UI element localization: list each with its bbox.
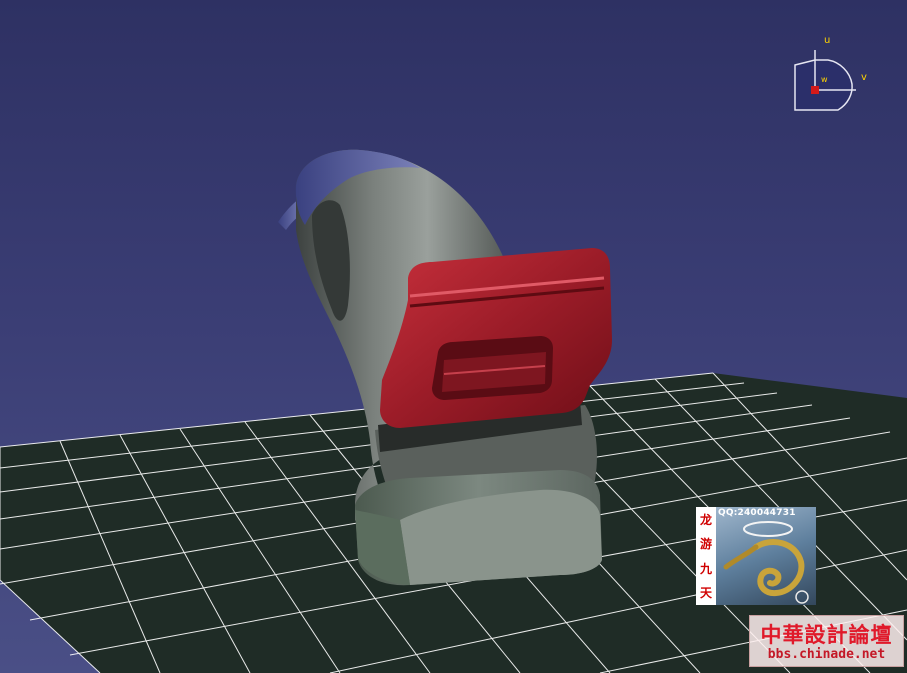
red-gripper-part[interactable] [380, 248, 612, 428]
forum-name: 中華設計論壇 [760, 623, 893, 647]
logo-char: 游 [699, 537, 712, 552]
compass-u-label: u [824, 35, 831, 46]
forum-watermark: 中華設計論壇 bbs.chinade.net [749, 615, 904, 667]
dragon-image: QQ:240044731 [716, 507, 816, 605]
compass-w-label: w [821, 75, 828, 84]
logo-badge: 龙 游 九 天 QQ:240044731 [696, 507, 816, 605]
logo-char: 九 [699, 561, 712, 576]
compass-v-label: v [861, 72, 867, 83]
qq-number: QQ:240044731 [718, 508, 796, 518]
logo-char: 天 [699, 586, 712, 601]
forum-url: bbs.chinade.net [767, 647, 886, 662]
logo-chinese-text: 龙 游 九 天 [696, 507, 716, 605]
logo-char: 龙 [699, 512, 712, 527]
dragon-icon [723, 521, 809, 604]
